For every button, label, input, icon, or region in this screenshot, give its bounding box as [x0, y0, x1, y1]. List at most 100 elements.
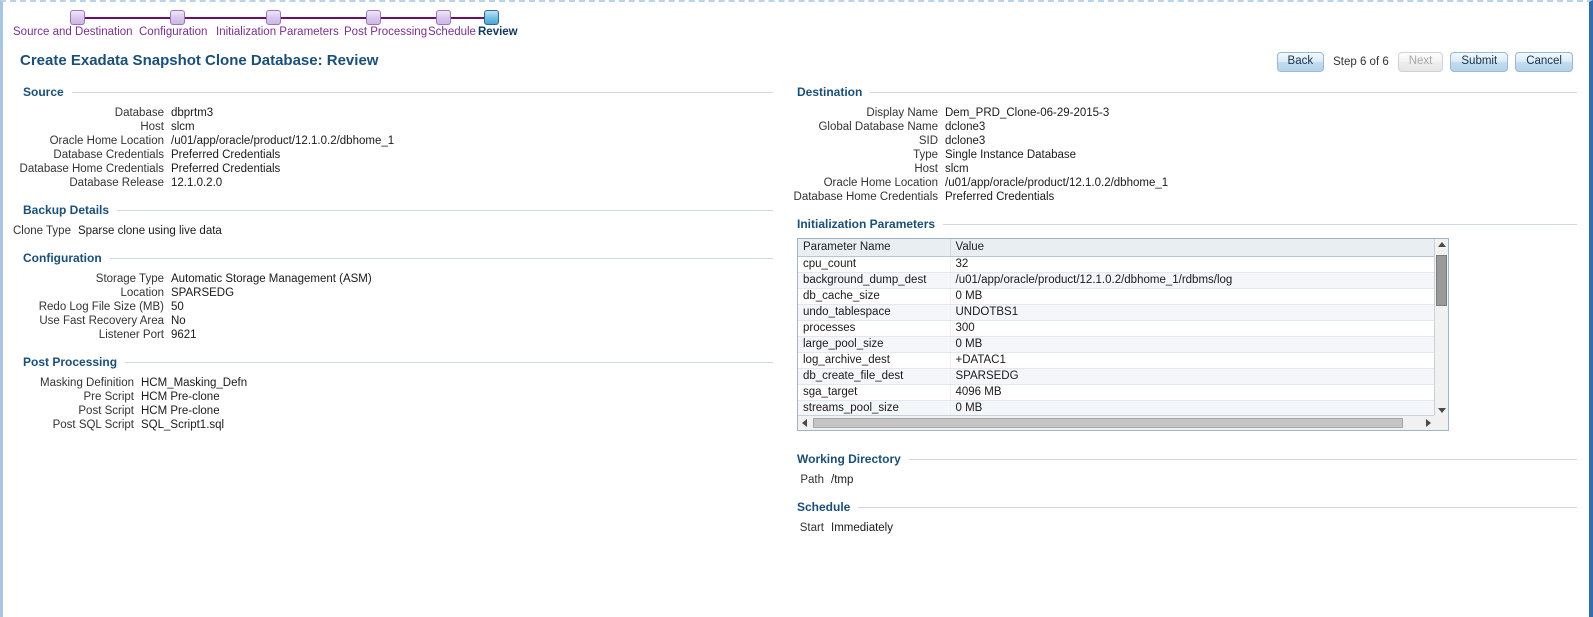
cell-value: 0 MB: [950, 288, 1435, 305]
section-title-post-processing: Post Processing: [23, 355, 118, 369]
detail-row: Database Credentials Preferred Credentia…: [13, 148, 394, 162]
section-title-backup-details: Backup Details: [23, 203, 110, 217]
cancel-button[interactable]: Cancel: [1515, 52, 1573, 72]
detail-label: Oracle Home Location: [49, 135, 164, 147]
train-label-configuration[interactable]: Configuration: [139, 26, 207, 38]
table-row[interactable]: undo_tablespace UNDOTBS1: [798, 304, 1435, 321]
train-label-post-processing[interactable]: Post Processing: [344, 26, 427, 38]
cell-parameter-name: cpu_count: [798, 256, 951, 273]
section-header-post-processing: Post Processing: [13, 352, 773, 372]
scroll-left-arrow-icon[interactable]: [802, 419, 807, 427]
detail-row: Location SPARSEDG: [13, 286, 372, 300]
detail-value: 9621: [171, 329, 197, 341]
backup-details-table: Clone Type Sparse clone using live data: [13, 224, 222, 238]
section-title-source: Source: [23, 85, 64, 99]
cell-parameter-name: db_cache_size: [798, 288, 951, 305]
detail-row: Pre Script HCM Pre-clone: [13, 390, 247, 404]
cell-value: 0 MB: [950, 336, 1435, 353]
train-node-schedule[interactable]: [436, 10, 451, 25]
horizontal-scrollbar[interactable]: [798, 415, 1435, 430]
post-processing-table: Masking Definition HCM_Masking_Defn Pre …: [13, 376, 247, 432]
train-node-initialization-parameters[interactable]: [266, 10, 281, 25]
detail-label: Database Release: [69, 177, 164, 189]
detail-value: /u01/app/oracle/product/12.1.0.2/dbhome_…: [171, 135, 395, 147]
detail-label: Storage Type: [95, 273, 164, 285]
vertical-scrollbar[interactable]: [1434, 239, 1448, 416]
section-initialization-parameters: Initialization Parameters Parameter Name…: [787, 214, 1577, 431]
table-row[interactable]: streams_pool_size 0 MB: [798, 400, 1435, 416]
section-header-backup-details: Backup Details: [13, 200, 773, 220]
train-node-source-and-destination[interactable]: [70, 10, 85, 25]
detail-row: Database Home Credentials Preferred Cred…: [787, 190, 1168, 204]
detail-row: Host slcm: [787, 162, 1168, 176]
detail-value: No: [171, 315, 186, 327]
table-row[interactable]: large_pool_size 0 MB: [798, 336, 1435, 353]
detail-row: Post SQL Script SQL_Script1.sql: [13, 418, 247, 432]
horizontal-scroll-thumb[interactable]: [813, 418, 1403, 428]
cell-parameter-name: streams_pool_size: [798, 400, 951, 416]
detail-row: Listener Port 9621: [13, 328, 372, 342]
detail-label: Post SQL Script: [52, 419, 134, 431]
table-row[interactable]: db_cache_size 0 MB: [798, 288, 1435, 305]
section-title-initialization-parameters: Initialization Parameters: [797, 217, 936, 231]
vertical-scroll-thumb[interactable]: [1436, 255, 1447, 306]
scroll-up-arrow-icon[interactable]: [1438, 242, 1446, 247]
cell-value: SPARSEDG: [950, 368, 1435, 385]
detail-row: Database Release 12.1.0.2.0: [13, 176, 394, 190]
column-header-parameter-name[interactable]: Parameter Name: [798, 239, 951, 257]
detail-label: Redo Log File Size (MB): [38, 301, 164, 313]
train-node-review[interactable]: [484, 10, 499, 25]
next-button: Next: [1397, 52, 1444, 72]
detail-row: Oracle Home Location /u01/app/oracle/pro…: [787, 176, 1169, 190]
table-row[interactable]: db_create_file_dest SPARSEDG: [798, 368, 1435, 385]
section-title-configuration: Configuration: [23, 251, 102, 265]
detail-label: Path: [800, 474, 824, 486]
cell-value: 4096 MB: [950, 384, 1435, 401]
section-header-destination: Destination: [787, 82, 1577, 102]
train-label-initialization-parameters[interactable]: Initialization Parameters: [216, 26, 339, 38]
section-body-configuration: Storage Type Automatic Storage Managemen…: [13, 268, 773, 348]
table-row[interactable]: log_archive_dest +DATAC1: [798, 352, 1435, 369]
section-post-processing: Post Processing Masking Definition HCM_M…: [13, 352, 773, 438]
detail-label: Start: [799, 522, 824, 534]
scroll-right-arrow-icon[interactable]: [1426, 419, 1431, 427]
detail-row: Storage Type Automatic Storage Managemen…: [13, 272, 372, 286]
table-row[interactable]: sga_target 4096 MB: [798, 384, 1435, 401]
detail-label: Post Script: [78, 405, 134, 417]
section-body-schedule: Start Immediately: [787, 517, 1577, 541]
table-row[interactable]: background_dump_dest /u01/app/oracle/pro…: [798, 272, 1435, 289]
section-title-working-directory: Working Directory: [797, 452, 901, 466]
table-header-row: Parameter Name Value: [798, 239, 1435, 257]
column-header-value[interactable]: Value: [950, 239, 1435, 257]
cell-parameter-name: sga_target: [798, 384, 951, 401]
detail-label: Use Fast Recovery Area: [39, 315, 164, 327]
detail-row: Database dbprtm3: [13, 106, 394, 120]
detail-value: slcm: [945, 163, 969, 175]
initialization-parameters-viewport: Parameter Name Value cpu_count 32 backgr…: [798, 239, 1435, 416]
train-node-configuration[interactable]: [170, 10, 185, 25]
section-body-source: Database dbprtm3 Host slcm Oracle Home L…: [13, 102, 773, 196]
detail-label: Global Database Name: [818, 121, 938, 133]
page-title: Create Exadata Snapshot Clone Database: …: [20, 52, 379, 69]
train-label-schedule[interactable]: Schedule: [428, 26, 476, 38]
detail-value: SQL_Script1.sql: [141, 419, 225, 431]
detail-row: Display Name Dem_PRD_Clone-06-29-2015-3: [787, 106, 1168, 120]
table-row[interactable]: processes 300: [798, 320, 1435, 337]
section-body-backup-details: Clone Type Sparse clone using live data: [13, 220, 773, 244]
detail-value: 50: [171, 301, 184, 313]
scroll-down-arrow-icon[interactable]: [1438, 408, 1446, 413]
detail-label: Host: [914, 163, 938, 175]
submit-button[interactable]: Submit: [1450, 52, 1509, 72]
detail-row: Clone Type Sparse clone using live data: [13, 224, 222, 238]
train-label-source-and-destination[interactable]: Source and Destination: [13, 26, 133, 38]
detail-row: Oracle Home Location /u01/app/oracle/pro…: [13, 134, 395, 148]
detail-value: /tmp: [831, 474, 854, 486]
cell-parameter-name: processes: [798, 320, 951, 337]
train-track: [13, 6, 533, 26]
back-button[interactable]: Back: [1276, 52, 1325, 72]
detail-value: 12.1.0.2.0: [171, 177, 223, 189]
section-body-destination: Display Name Dem_PRD_Clone-06-29-2015-3 …: [787, 102, 1577, 210]
train-node-post-processing[interactable]: [366, 10, 381, 25]
table-row[interactable]: cpu_count 32: [798, 256, 1435, 273]
section-body-working-directory: Path /tmp: [787, 469, 1577, 493]
